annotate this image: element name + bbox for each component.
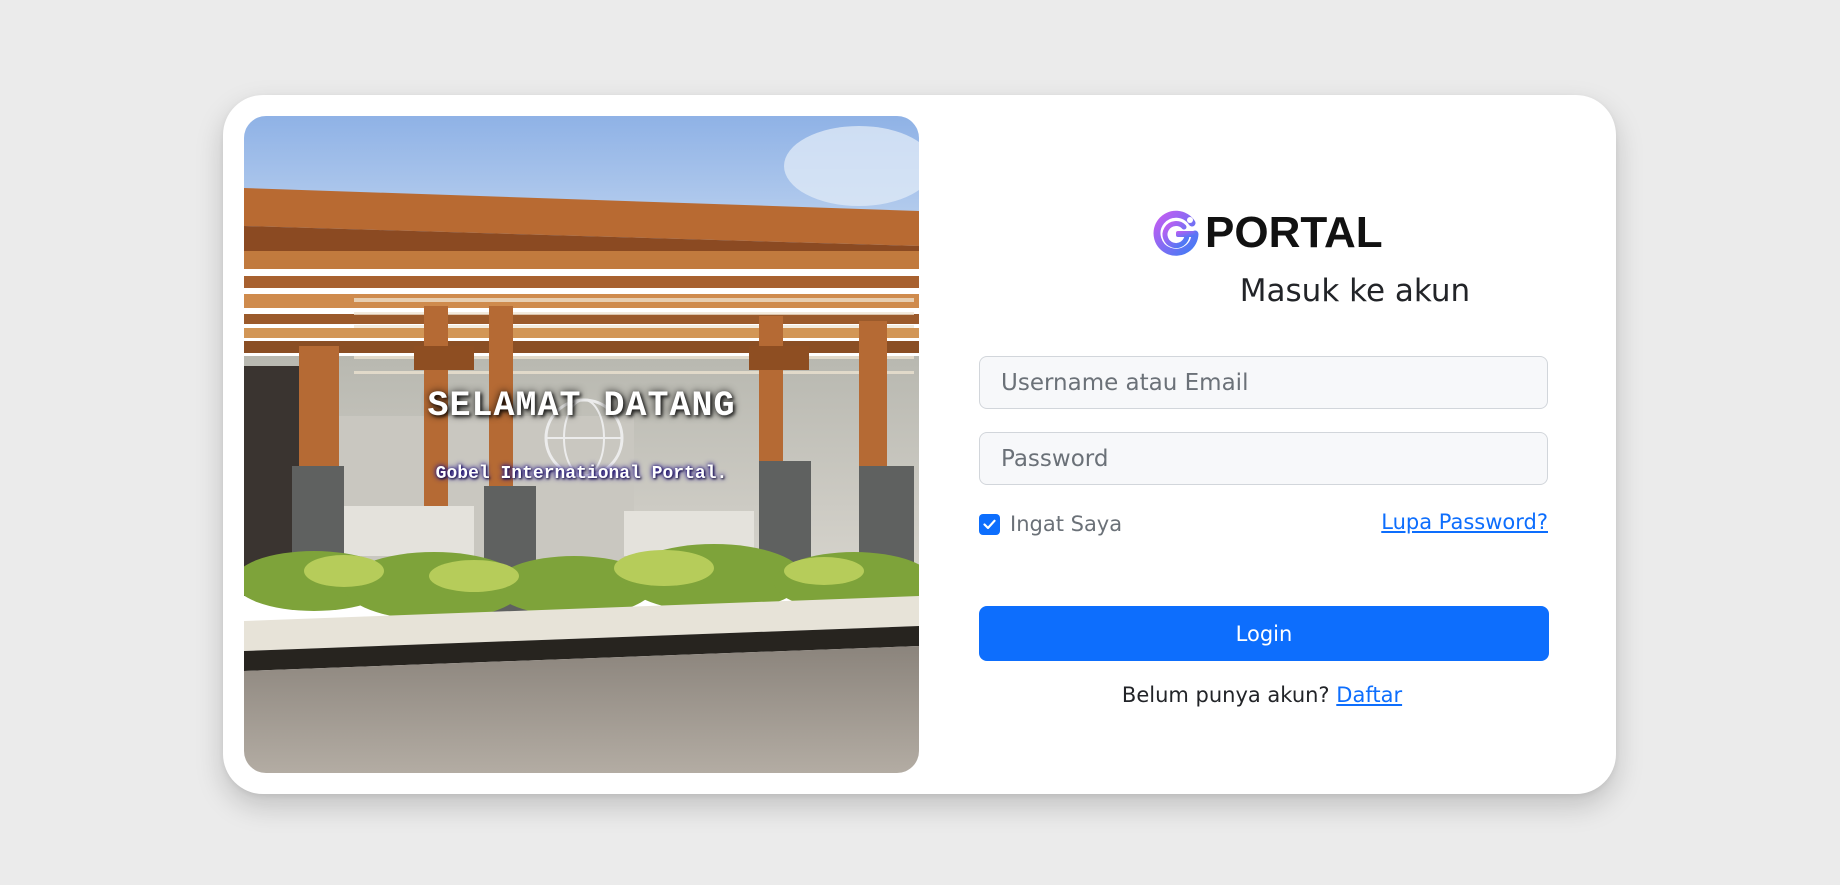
remember-me-label[interactable]: Ingat Saya (1010, 512, 1122, 536)
register-prompt: Belum punya akun? Daftar (977, 683, 1547, 707)
forgot-password-link[interactable]: Lupa Password? (1381, 510, 1548, 534)
form-heading: Masuk ke akun (1239, 273, 1471, 309)
login-card: SELAMAT DATANG Gobel International Porta… (223, 95, 1616, 794)
welcome-title: SELAMAT DATANG (427, 386, 736, 426)
welcome-subtitle: Gobel International Portal. (435, 464, 728, 484)
remember-me-checkbox[interactable]: Ingat Saya (979, 512, 1122, 536)
username-input[interactable] (979, 356, 1548, 409)
brand-logo: PORTAL (1151, 205, 1383, 261)
building-photo (244, 116, 919, 773)
password-input[interactable] (979, 432, 1548, 485)
register-link[interactable]: Daftar (1336, 683, 1402, 707)
g-logo-icon (1151, 208, 1201, 258)
brand-name: PORTAL (1205, 208, 1383, 257)
login-button[interactable]: Login (979, 606, 1549, 661)
register-prompt-text: Belum punya akun? (1121, 683, 1330, 707)
checkbox-checked-icon[interactable] (979, 513, 1000, 535)
welcome-photo: SELAMAT DATANG Gobel International Porta… (244, 116, 919, 773)
